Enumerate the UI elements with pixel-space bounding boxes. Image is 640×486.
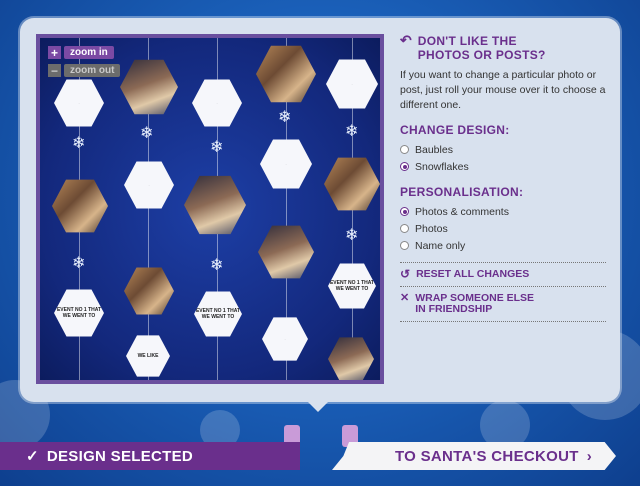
photo-bauble[interactable] — [120, 59, 178, 115]
snowflake-icon: ❄ — [140, 125, 154, 142]
reset-changes-button[interactable]: ↺ RESET ALL CHANGES — [400, 267, 610, 281]
comment-bauble[interactable]: . — [124, 161, 174, 209]
radio-icon[interactable] — [400, 241, 409, 250]
comment-bauble[interactable]: . — [54, 79, 104, 127]
photo-bauble[interactable] — [124, 267, 174, 315]
photo-bauble[interactable] — [328, 337, 374, 380]
checkmark-icon: ✓ — [26, 448, 39, 465]
design-selected-button[interactable]: ✓ DESIGN SELECTED — [0, 442, 300, 470]
photo-bauble[interactable] — [256, 45, 316, 103]
panel-notch — [306, 400, 330, 412]
photos-header-line1: DON'T LIKE THE — [417, 34, 517, 48]
design-option-snowflakes[interactable]: Snowflakes — [400, 158, 610, 175]
photo-bauble[interactable] — [258, 225, 314, 279]
radio-selected-icon[interactable] — [400, 207, 409, 216]
radio-icon[interactable] — [400, 145, 409, 154]
photo-bauble[interactable] — [184, 175, 246, 235]
snowflake-icon: ❄ — [72, 255, 86, 272]
comment-bauble[interactable]: . — [262, 317, 308, 361]
divider — [400, 262, 606, 263]
snowflake-icon: ❄ — [210, 257, 224, 274]
zoom-out-control[interactable]: − zoom out — [48, 64, 121, 77]
personal-option-photos[interactable]: Photos — [400, 220, 610, 237]
comment-bauble[interactable]: EVENT NO 1 THAT WE WENT TO — [54, 289, 104, 337]
comment-bauble[interactable]: . — [326, 59, 378, 109]
photo-bauble[interactable] — [52, 179, 108, 233]
snowflake-icon: ❄ — [345, 227, 359, 244]
comment-bauble[interactable]: EVENT NO 1 THAT WE WENT TO — [328, 263, 376, 309]
snowflake-icon: ❄ — [278, 109, 292, 126]
personal-option-name-only[interactable]: Name only — [400, 237, 610, 254]
comment-bauble[interactable]: . — [192, 79, 242, 127]
comment-bauble[interactable]: EVENT NO 1 THAT WE WENT TO — [194, 291, 242, 337]
zoom-in-button[interactable]: zoom in — [64, 46, 114, 59]
radio-selected-icon[interactable] — [400, 162, 409, 171]
checkout-button[interactable]: TO SANTA'S CHECKOUT › — [332, 442, 616, 470]
photos-header-line2: PHOTOS OR POSTS? — [417, 48, 546, 62]
zoom-in-control[interactable]: + zoom in — [48, 46, 114, 59]
radio-icon[interactable] — [400, 224, 409, 233]
photos-help-text: If you want to change a particular photo… — [400, 69, 606, 111]
snowflake-icon: ❄ — [210, 139, 224, 156]
design-option-baubles[interactable]: Baubles — [400, 141, 610, 158]
personal-option-photos-comments[interactable]: Photos & comments — [400, 203, 610, 220]
design-header: CHANGE DESIGN: — [400, 123, 510, 137]
personalisation-header: PERSONALISATION: — [400, 185, 524, 199]
divider — [400, 286, 606, 287]
options-sidebar: ↶ DON'T LIKE THE PHOTOS OR POSTS? If you… — [400, 32, 610, 322]
zoom-out-button[interactable]: zoom out — [64, 64, 121, 77]
zoom-out-icon[interactable]: − — [48, 64, 61, 77]
comment-bauble[interactable]: . — [260, 139, 312, 189]
card-preview: + zoom in − zoom out . ❄ ❄ EVENT NO 1 TH… — [36, 34, 384, 384]
curved-arrow-icon: ↶ — [400, 32, 412, 48]
close-icon: ✕ — [400, 292, 410, 304]
chevron-right-icon: › — [586, 447, 592, 465]
wrap-someone-else-button[interactable]: ✕ WRAP SOMEONE ELSE IN FRIENDSHIP — [400, 293, 610, 315]
comment-bauble[interactable]: WE LIKE — [126, 335, 170, 377]
zoom-in-icon[interactable]: + — [48, 46, 61, 59]
snowflake-icon: ❄ — [72, 135, 86, 152]
preview-canvas[interactable]: + zoom in − zoom out . ❄ ❄ EVENT NO 1 TH… — [40, 38, 380, 380]
reset-icon: ↺ — [400, 267, 411, 281]
photo-bauble[interactable] — [324, 157, 380, 211]
divider — [400, 321, 606, 322]
snowflake-icon: ❄ — [345, 123, 359, 140]
